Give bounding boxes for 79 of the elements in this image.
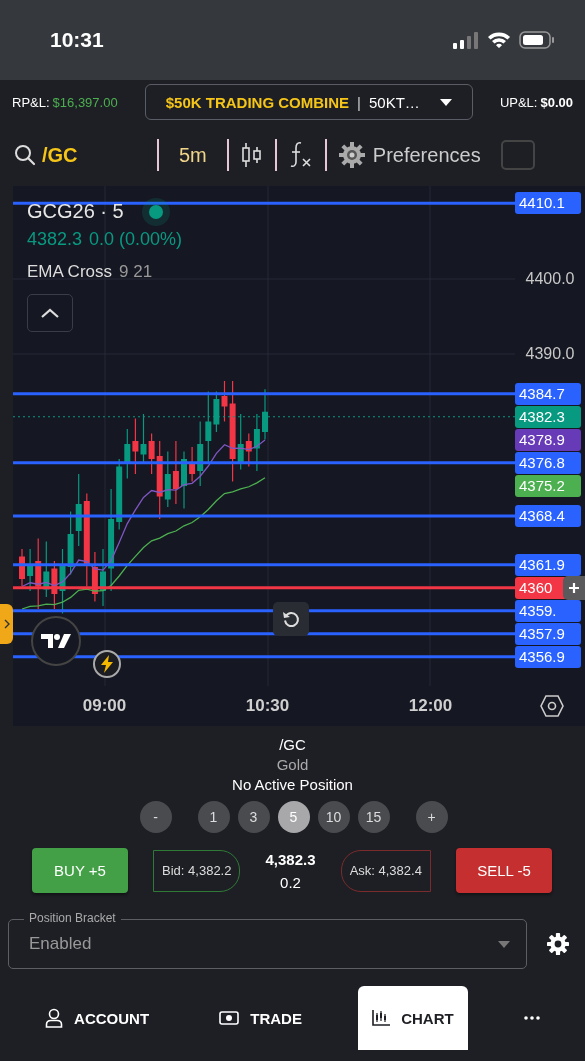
- quote-change: 0.0 (0.00%): [89, 229, 183, 250]
- symbol-title: GCG26 · 5: [27, 200, 124, 223]
- caret-icon: [439, 98, 452, 106]
- price-label: 4382.3: [515, 405, 581, 428]
- candle: [262, 388, 268, 441]
- battery-icon: [519, 31, 555, 49]
- indicator-params: 9 21: [119, 262, 153, 282]
- indicator-name: EMA Cross: [27, 262, 113, 282]
- quote-price: 4382.3: [27, 229, 83, 250]
- function-icon: [288, 141, 313, 169]
- nav-tab[interactable]: ACCOUNT: [31, 986, 164, 1050]
- price-label: 4361.9: [515, 553, 581, 576]
- field-label: Position Bracket: [24, 911, 121, 925]
- candle: [181, 450, 187, 510]
- checkbox[interactable]: [500, 140, 535, 170]
- price-label: 4378.9: [515, 428, 581, 451]
- search-icon: [14, 144, 36, 166]
- price-label: 4384.7: [515, 382, 581, 405]
- rpl-value: $16,397.00: [52, 94, 118, 110]
- account-selector[interactable]: $50K TRADING COMBINE | 50KT…: [144, 84, 473, 120]
- sell-button[interactable]: SELL -5: [455, 848, 552, 893]
- instrument-name: Gold: [276, 756, 309, 773]
- last-price: 4,382.3: [265, 850, 316, 868]
- plus-icon: [569, 583, 579, 593]
- chevron-up-icon: [41, 308, 59, 318]
- price-label: 4368.4: [515, 505, 581, 527]
- quantity-option[interactable]: 10: [317, 801, 350, 833]
- price-label: 4356.9: [515, 645, 581, 668]
- quantity-option[interactable]: 3: [237, 801, 270, 833]
- upl-label: UP&L:: [499, 94, 538, 110]
- banknote-icon: [219, 1011, 240, 1025]
- price-label: 4376.8: [515, 451, 581, 474]
- collapse-button[interactable]: [27, 294, 73, 332]
- price-label: 4357.9: [515, 622, 581, 645]
- upl-value: $0.00: [540, 94, 573, 110]
- wifi-icon: [487, 31, 511, 49]
- price-label: 4359.: [515, 599, 581, 622]
- instrument-symbol: /GC: [279, 736, 306, 753]
- position-status: No Active Position: [232, 776, 353, 793]
- candle: [100, 548, 106, 607]
- signal-icon: [453, 31, 479, 49]
- symbol-search[interactable]: /GC: [12, 135, 157, 175]
- side-tab[interactable]: [0, 604, 13, 644]
- bid-price: Bid: 4,382.2: [153, 849, 241, 892]
- lightning-icon: [100, 655, 114, 673]
- gear-icon: [338, 142, 365, 168]
- dropdown-caret-icon: [498, 940, 510, 948]
- time-tick: 09:00: [81, 696, 128, 716]
- interval-button[interactable]: 5m: [159, 135, 227, 175]
- candle: [19, 548, 25, 588]
- price-label: 4410.1: [515, 192, 581, 215]
- nav-tab[interactable]: TRADE: [205, 986, 316, 1050]
- person-icon: [45, 1008, 64, 1028]
- status-time: 10:31: [50, 28, 104, 52]
- price-tick: 4400.0: [524, 269, 576, 289]
- settings-icon[interactable]: [547, 933, 569, 955]
- lightning-button[interactable]: [93, 650, 121, 678]
- increase-button[interactable]: +: [415, 801, 448, 833]
- candlestick-icon: [240, 142, 263, 168]
- settings-icon[interactable]: [540, 695, 564, 717]
- rpl-label: RP&L:: [12, 94, 50, 110]
- price-tick: 4390.0: [524, 344, 576, 364]
- spread-value: 0.2: [280, 873, 301, 891]
- more-icon: [523, 1016, 540, 1020]
- preferences-button[interactable]: Preferences: [326, 135, 493, 175]
- add-order-button[interactable]: [563, 576, 585, 600]
- reset-button[interactable]: [273, 602, 309, 636]
- decrease-button[interactable]: -: [139, 801, 172, 833]
- chevron-right-icon: [3, 619, 10, 629]
- rotate-icon: [282, 610, 300, 628]
- quantity-option[interactable]: 15: [357, 801, 390, 833]
- price-label: 4375.2: [515, 474, 581, 497]
- time-tick: 10:30: [244, 696, 291, 716]
- nav-tab[interactable]: CHART: [358, 986, 468, 1050]
- time-tick: 12:00: [407, 696, 454, 716]
- chart-icon: [372, 1010, 391, 1026]
- logo-icon: [41, 633, 71, 649]
- quantity-option[interactable]: 1: [197, 801, 230, 833]
- ask-price: Ask: 4,382.4: [340, 849, 431, 892]
